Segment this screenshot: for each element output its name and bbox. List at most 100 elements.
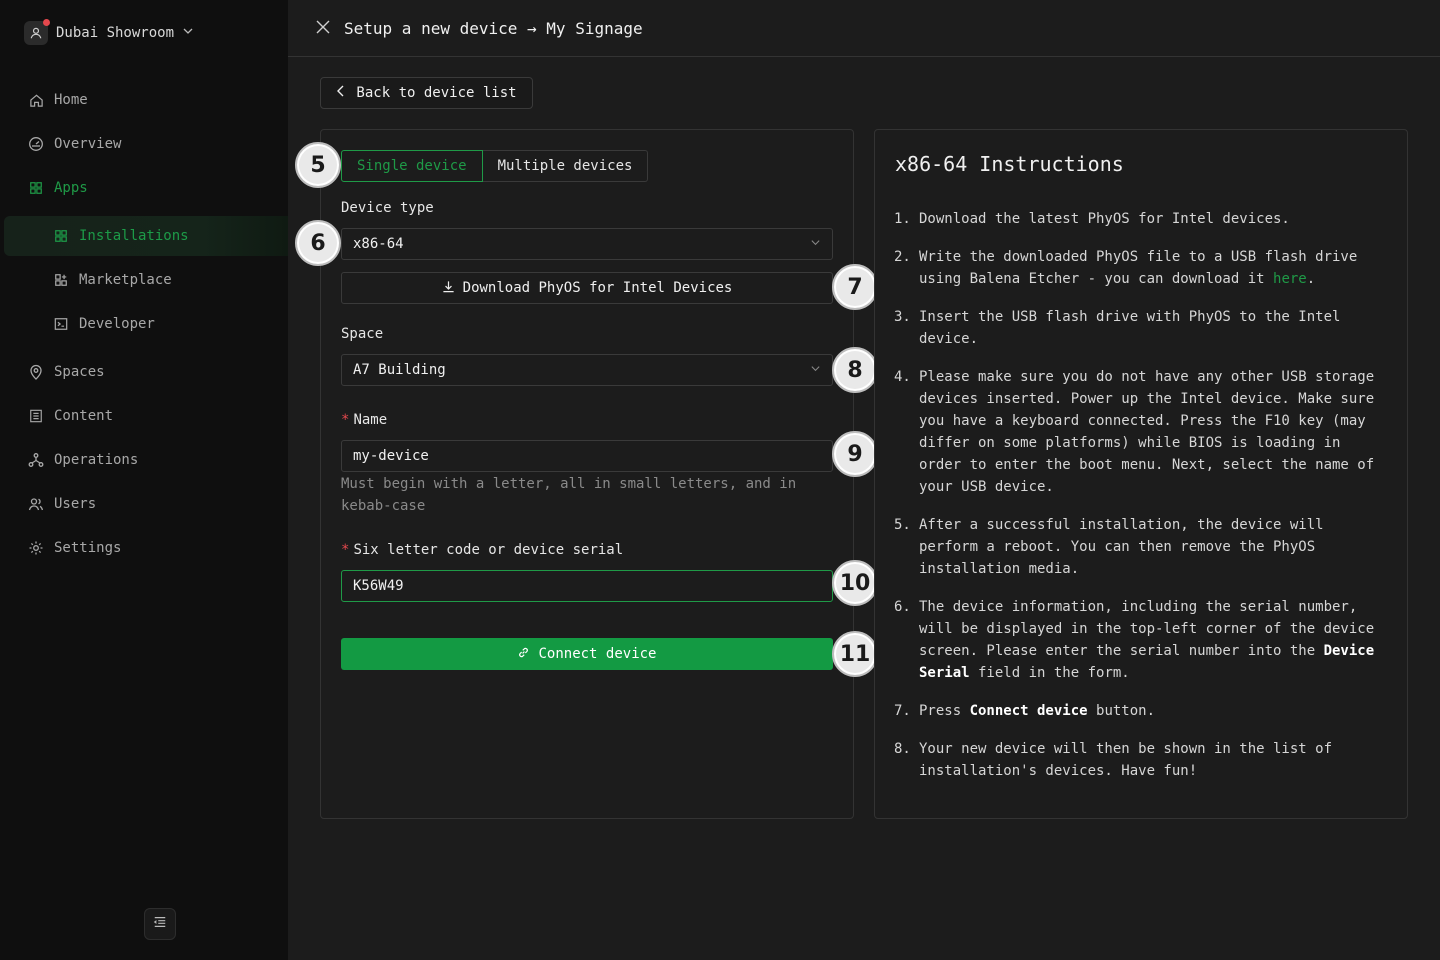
instructions-list: 1. Download the latest PhyOS for Intel de… xyxy=(894,208,1384,798)
sidebar-item-installations[interactable]: Installations xyxy=(4,216,288,256)
sidebar-item-label: Content xyxy=(54,408,114,424)
step-number: 7. xyxy=(894,703,911,719)
device-type-select[interactable]: x86-64 xyxy=(341,228,833,260)
callout-marker: 6 xyxy=(295,220,341,266)
tab-single-device[interactable]: Single device xyxy=(341,150,483,182)
step-text: Insert the USB flash drive with PhyOS to… xyxy=(919,309,1341,347)
step-text: Your new device will then be shown in th… xyxy=(919,741,1333,779)
step-text-part: . xyxy=(1306,271,1316,287)
name-value: my-device xyxy=(353,448,429,464)
required-marker: * xyxy=(341,542,350,558)
connect-button-label: Connect device xyxy=(538,646,657,662)
notification-dot xyxy=(43,19,50,26)
chevron-down-icon xyxy=(810,363,821,377)
sidebar-item-marketplace[interactable]: Marketplace xyxy=(0,260,288,300)
page-header: Setup a new device → My Signage xyxy=(288,0,1440,57)
org-switcher[interactable]: Dubai Showroom xyxy=(24,19,194,46)
name-help-text: Must begin with a letter, all in small l… xyxy=(341,476,797,514)
sidebar-item-label: Apps xyxy=(54,180,88,196)
collapse-sidebar-button[interactable] xyxy=(144,908,176,940)
step-text-part: Press xyxy=(919,703,970,719)
space-select[interactable]: A7 Building xyxy=(341,354,833,386)
users-icon xyxy=(28,496,44,512)
list-item: 1. Download the latest PhyOS for Intel de… xyxy=(894,208,1384,230)
sidebar-item-home[interactable]: Home xyxy=(0,80,288,120)
sidebar-item-label: Developer xyxy=(79,316,155,332)
step-number: 6. xyxy=(894,599,911,615)
callout-marker: 8 xyxy=(832,347,878,393)
list-item: 7. Press Connect device button. xyxy=(894,700,1384,722)
serial-label-text: Six letter code or device serial xyxy=(353,542,624,558)
device-mode-tabs: Single device Multiple devices xyxy=(341,150,649,182)
callout-marker: 5 xyxy=(295,142,341,188)
sidebar-item-spaces[interactable]: Spaces xyxy=(0,352,288,392)
step-text: Download the latest PhyOS for Intel devi… xyxy=(919,211,1290,227)
sidebar-item-settings[interactable]: Settings xyxy=(0,528,288,568)
download-button-label: Download PhyOS for Intel Devices xyxy=(462,280,733,296)
serial-value: K56W49 xyxy=(353,578,404,594)
device-type-label: Device type xyxy=(341,200,434,216)
grid-icon xyxy=(28,180,44,196)
sidebar-item-users[interactable]: Users xyxy=(0,484,288,524)
download-etcher-link[interactable]: here xyxy=(1273,271,1307,287)
sidebar-item-content[interactable]: Content xyxy=(0,396,288,436)
sidebar-item-label: Installations xyxy=(79,228,189,244)
callout-marker: 11 xyxy=(832,631,878,677)
step-text-emphasis: Connect device xyxy=(969,703,1088,719)
space-value: A7 Building xyxy=(353,362,446,378)
org-name: Dubai Showroom xyxy=(56,25,175,41)
page-title: Setup a new device → My Signage xyxy=(344,18,643,38)
menu-collapse-icon xyxy=(153,915,167,933)
list-item: 2. Write the downloaded PhyOS file to a U… xyxy=(894,246,1384,290)
sidebar-item-developer[interactable]: Developer xyxy=(0,304,288,344)
step-text: Please make sure you do not have any oth… xyxy=(919,369,1375,495)
step-number: 8. xyxy=(894,741,911,757)
list-item: 3. Insert the USB flash drive with PhyOS … xyxy=(894,306,1384,350)
gear-icon xyxy=(28,540,44,556)
step-number: 3. xyxy=(894,309,911,325)
step-text: Write the downloaded PhyOS file to a USB… xyxy=(919,246,1384,290)
sidebar-item-operations[interactable]: Operations xyxy=(0,440,288,480)
home-icon xyxy=(28,92,44,108)
step-number: 2. xyxy=(894,249,911,265)
space-label: Space xyxy=(341,326,384,342)
link-icon xyxy=(517,646,530,663)
gauge-icon xyxy=(28,136,44,152)
sidebar-item-label: Operations xyxy=(54,452,139,468)
sidebar-item-label: Home xyxy=(54,92,88,108)
list-item: 8. Your new device will then be shown in … xyxy=(894,738,1384,782)
download-phyos-button[interactable]: Download PhyOS for Intel Devices xyxy=(341,272,833,304)
callout-marker: 9 xyxy=(832,431,878,477)
name-label-text: Name xyxy=(353,412,388,428)
sidebar: Dubai Showroom Home Overview Apps Instal… xyxy=(0,0,288,960)
step-number: 5. xyxy=(894,517,911,533)
name-label: * Name xyxy=(341,412,387,428)
tab-multiple-devices[interactable]: Multiple devices xyxy=(482,150,649,182)
step-number: 4. xyxy=(894,369,911,385)
required-marker: * xyxy=(341,412,350,428)
map-pin-icon xyxy=(28,364,44,380)
device-type-value: x86-64 xyxy=(353,236,404,252)
list-item: 6. The device information, including the … xyxy=(894,596,1384,684)
back-to-device-list-button[interactable]: Back to device list xyxy=(320,77,533,109)
sidebar-item-label: Marketplace xyxy=(79,272,172,288)
back-button-label: Back to device list xyxy=(356,85,517,101)
step-text: After a successful installation, the dev… xyxy=(919,517,1324,577)
user-icon xyxy=(24,19,50,45)
sidebar-item-apps[interactable]: Apps xyxy=(0,168,288,208)
connect-device-button[interactable]: Connect device xyxy=(341,638,833,670)
list-item: 4. Please make sure you do not have any o… xyxy=(894,366,1384,498)
chevron-down-icon xyxy=(810,237,821,251)
serial-label: * Six letter code or device serial xyxy=(341,542,623,558)
step-text-part: button. xyxy=(1087,703,1156,719)
file-list-icon xyxy=(28,408,44,424)
sidebar-item-overview[interactable]: Overview xyxy=(0,124,288,164)
step-text-part: The device information, including the se… xyxy=(919,599,1375,659)
close-icon[interactable] xyxy=(316,19,330,38)
sidebar-item-label: Users xyxy=(54,496,97,512)
step-text-part: field in the form. xyxy=(969,665,1130,681)
name-field[interactable]: my-device xyxy=(341,440,833,472)
download-icon xyxy=(442,280,455,297)
instructions-title: x86-64 Instructions xyxy=(895,152,1124,176)
serial-field[interactable]: K56W49 xyxy=(341,570,833,602)
